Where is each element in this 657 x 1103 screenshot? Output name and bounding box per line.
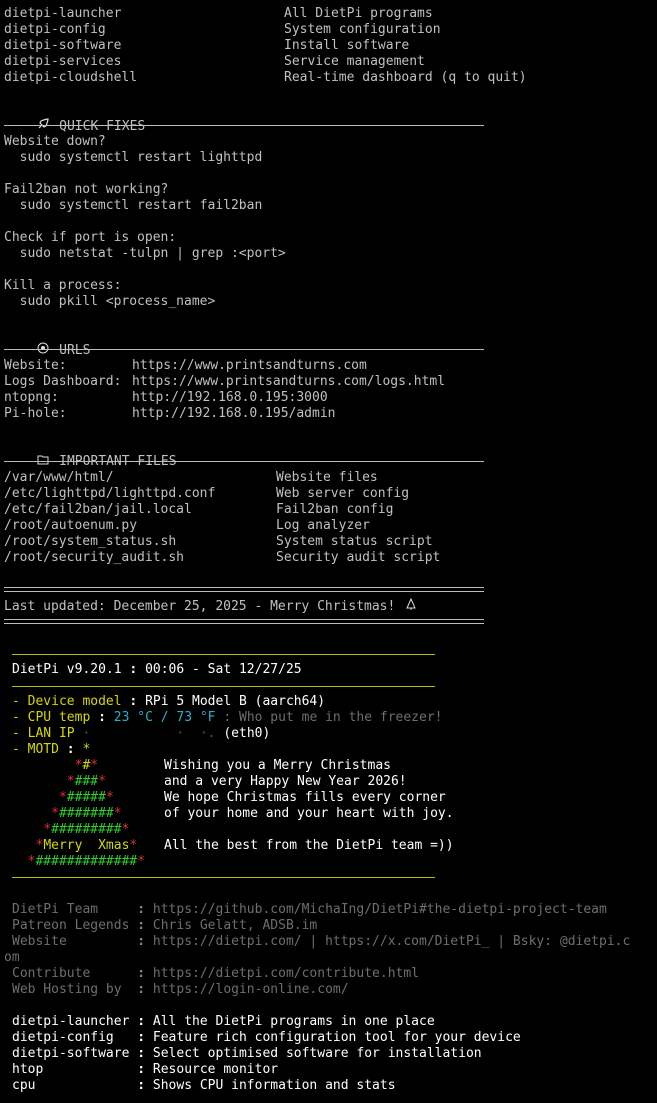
motd-message: and a very Happy New Year 2026! <box>164 774 407 789</box>
command-desc: All DietPi programs <box>284 6 433 21</box>
command-desc: Install software <box>284 38 410 53</box>
file-path: /etc/fail2ban/jail.local <box>4 502 192 517</box>
target-icon <box>35 342 51 359</box>
cpu-temp: - CPU temp : 23 °C / 73 °F : Who put me … <box>12 710 443 725</box>
terminal-window[interactable]: dietpi-launcher All DietPi programs diet… <box>0 0 657 1103</box>
credit-row-wrap: om <box>4 950 20 965</box>
file-path: /root/security_audit.sh <box>4 550 185 565</box>
credit-row: Patreon Legends : Chris Gelatt, ADSB.im <box>12 918 318 933</box>
url-label: Logs Dashboard: <box>4 374 122 389</box>
banner-divider <box>12 686 435 687</box>
quick-fix-command: sudo netstat -tulpn | grep :<port> <box>4 246 286 261</box>
last-updated: Last updated: December 25, 2025 - Merry … <box>4 597 419 615</box>
file-desc: Web server config <box>276 486 410 501</box>
motd-message: Wishing you a Merry Christmas <box>164 758 391 773</box>
command-row: dietpi-cloudshell <box>4 70 138 85</box>
quick-fixes-heading: QUICK FIXES <box>4 102 145 134</box>
tree-row: *#######* <box>51 806 122 821</box>
url-link[interactable]: https://www.printsandturns.com/logs.html <box>132 374 445 390</box>
tool-row: cpu : Shows CPU information and stats <box>12 1078 396 1093</box>
tool-row: dietpi-config : Feature rich configurati… <box>12 1030 521 1045</box>
christmas-tree-icon <box>403 597 419 615</box>
motd: - MOTD : * <box>12 742 91 757</box>
file-desc: Log analyzer <box>276 518 370 533</box>
tree-row: *###* <box>66 774 106 789</box>
quick-fix-command: sudo systemctl restart fail2ban <box>4 198 263 213</box>
motd-message: of your home and your heart with joy. <box>164 806 454 821</box>
command-desc: Real-time dashboard (q to quit) <box>284 70 527 85</box>
quick-fix-command: sudo pkill <process_name> <box>4 294 216 309</box>
lan-ip: - LAN IP · · ·. (eth0) <box>12 726 271 741</box>
url-link[interactable]: http://192.168.0.195:3000 <box>132 390 328 406</box>
tree-row: *#############* <box>27 854 146 869</box>
file-desc: Security audit script <box>276 550 441 565</box>
url-label: Website: <box>4 358 67 373</box>
divider <box>4 349 484 350</box>
files-heading: IMPORTANT FILES <box>4 438 177 469</box>
file-path: /root/autoenum.py <box>4 518 138 533</box>
url-link[interactable]: https://www.printsandturns.com <box>132 358 367 374</box>
file-desc: System status script <box>276 534 433 549</box>
tree-row: *Merry Xmas* <box>35 838 138 853</box>
command-row: dietpi-launcher <box>4 6 122 21</box>
motd-message: We hope Christmas fills every corner <box>164 790 446 805</box>
command-row: dietpi-software <box>4 38 122 53</box>
file-desc: Fail2ban config <box>276 502 394 517</box>
device-model: - Device model : RPi 5 Model B (aarch64) <box>12 694 326 709</box>
double-divider <box>4 619 484 624</box>
file-path: /etc/lighttpd/lighttpd.conf <box>4 486 216 501</box>
command-desc: System configuration <box>284 22 441 37</box>
tool-row: htop : Resource monitor <box>12 1062 279 1077</box>
tool-row: dietpi-software : Select optimised softw… <box>12 1046 482 1061</box>
quick-fix-question: Kill a process: <box>4 278 122 293</box>
quick-fix-command: sudo systemctl restart lighttpd <box>4 150 263 165</box>
command-row: dietpi-services <box>4 54 122 69</box>
banner-divider <box>12 654 435 655</box>
tool-row: dietpi-launcher : All the DietPi program… <box>12 1014 435 1029</box>
folder-icon <box>35 454 51 470</box>
urls-heading: URLS <box>4 326 90 358</box>
file-desc: Website files <box>276 470 378 485</box>
tree-row: *#####* <box>58 790 114 805</box>
tree-row: *#########* <box>43 822 130 837</box>
motd-message: All the best from the DietPi team =)) <box>164 838 454 853</box>
divider <box>4 461 484 462</box>
url-label: ntopng: <box>4 390 59 405</box>
command-desc: Service management <box>284 54 425 69</box>
quick-fix-question: Website down? <box>4 134 106 149</box>
file-path: /var/www/html/ <box>4 470 114 485</box>
file-path: /root/system_status.sh <box>4 534 177 549</box>
banner-title: DietPi v9.20.1 : 00:06 - Sat 12/27/25 <box>12 662 302 677</box>
credit-row: Contribute : https://dietpi.com/contribu… <box>12 966 419 981</box>
credit-row: Web Hosting by : https://login-online.co… <box>12 982 349 997</box>
banner-divider <box>12 877 435 878</box>
credit-row: Website : https://dietpi.com/ | https://… <box>12 934 631 949</box>
divider <box>4 125 484 126</box>
rocket-icon <box>35 118 51 135</box>
url-label: Pi-hole: <box>4 406 67 421</box>
tree-row: *#* <box>74 758 99 773</box>
command-row: dietpi-config <box>4 22 106 37</box>
credit-row: DietPi Team : https://github.com/MichaIn… <box>12 902 607 917</box>
quick-fix-question: Fail2ban not working? <box>4 182 169 197</box>
url-link[interactable]: http://192.168.0.195/admin <box>132 406 336 422</box>
quick-fix-question: Check if port is open: <box>4 230 177 245</box>
double-divider <box>4 587 484 592</box>
